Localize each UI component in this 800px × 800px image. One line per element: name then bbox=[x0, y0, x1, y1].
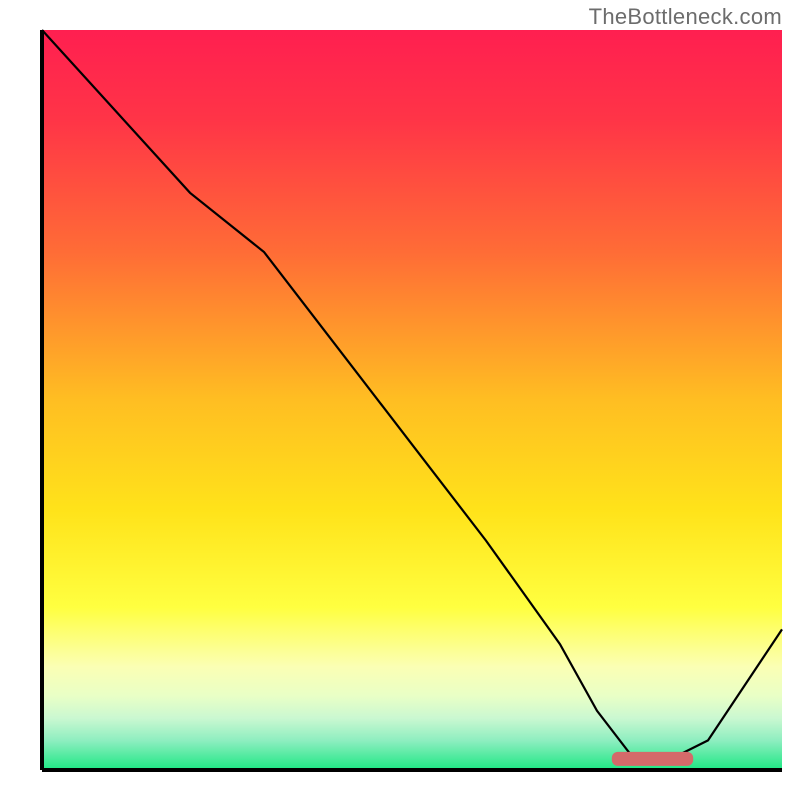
plot-background bbox=[42, 30, 782, 770]
chart-svg bbox=[0, 0, 800, 800]
valley-marker bbox=[612, 752, 693, 766]
watermark-text: TheBottleneck.com bbox=[589, 4, 782, 30]
chart-container: TheBottleneck.com bbox=[0, 0, 800, 800]
